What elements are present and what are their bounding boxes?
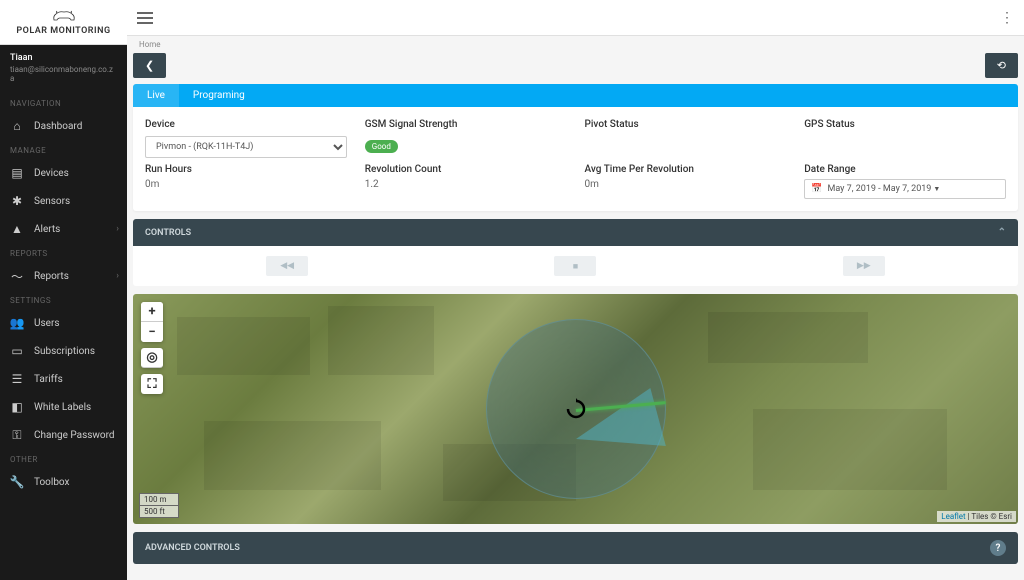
map-fullscreen-button[interactable]: ⛶ [141, 374, 163, 394]
nav-label: Reports [34, 271, 69, 282]
content: ❮ ⟲ Live Programing Device Pivmon - (RQK… [127, 53, 1024, 580]
nav-section-settings: SETTINGS [0, 290, 127, 309]
nav-section-reports: REPORTS [0, 243, 127, 262]
controls-body: ◀◀ ■ ▶▶ [133, 246, 1018, 286]
map[interactable]: + − ◎ ⛶ 100 m 500 ft Leaflet | Tiles © E… [133, 294, 1018, 524]
nav-label: Change Password [34, 430, 115, 441]
avg-time-value: 0m [585, 179, 787, 190]
nav-label: Toolbox [34, 477, 70, 488]
logo: POLAR MONITORING [0, 0, 127, 45]
tab-bar: Live Programing [133, 84, 1018, 107]
build-icon: 🔧 [10, 475, 24, 489]
hub-icon: ✱ [10, 194, 24, 208]
user-name: Tiaan [10, 53, 117, 63]
key-icon: ⚿ [10, 428, 24, 442]
home-icon: ⌂ [10, 119, 24, 133]
nav-label: Tariffs [34, 374, 63, 385]
warning-icon: ▲ [10, 222, 24, 236]
logo-text: POLAR MONITORING [16, 26, 110, 36]
rev-count-label: Revolution Count [365, 164, 567, 175]
nav-label: Users [34, 318, 60, 329]
collapse-controls-button[interactable]: ⌃ [998, 227, 1006, 238]
rewind-button[interactable]: ◀◀ [266, 256, 308, 276]
nav-alerts[interactable]: ▲ Alerts › [0, 215, 127, 243]
nav-label: Alerts [34, 224, 60, 235]
caret-down-icon: ▼ [933, 185, 940, 193]
scale-metric: 100 m [139, 493, 179, 506]
device-select[interactable]: Pivmon - (RQK-11H-T4J) [145, 136, 347, 158]
breadcrumb: Home [127, 36, 1024, 53]
map-zoom-in-button[interactable]: + [141, 302, 163, 322]
menu-toggle-button[interactable] [137, 12, 153, 24]
map-zoom-out-button[interactable]: − [141, 322, 163, 342]
pivot-center-icon [564, 397, 588, 421]
nav-subscriptions[interactable]: ▭ Subscriptions [0, 337, 127, 365]
help-button[interactable]: ? [990, 540, 1006, 556]
nav-section-other: OTHER [0, 449, 127, 468]
nav-change-password[interactable]: ⚿ Change Password [0, 421, 127, 449]
run-hours-label: Run Hours [145, 164, 347, 175]
trending-icon: 〜 [10, 269, 24, 283]
kebab-menu-button[interactable]: ⋮ [1000, 10, 1014, 26]
back-button[interactable]: ❮ [133, 53, 166, 78]
gsm-label: GSM Signal Strength [365, 119, 567, 130]
controls-title: CONTROLS [145, 228, 191, 238]
nav-sensors[interactable]: ✱ Sensors [0, 187, 127, 215]
run-hours-value: 0m [145, 179, 347, 190]
leaflet-link[interactable]: Leaflet [941, 512, 965, 521]
refresh-button[interactable]: ⟲ [985, 53, 1018, 78]
people-icon: 👥 [10, 316, 24, 330]
map-locate-button[interactable]: ◎ [141, 348, 163, 368]
gps-status-label: GPS Status [804, 119, 1006, 130]
nav-label: Subscriptions [34, 346, 95, 357]
sidebar: POLAR MONITORING Tiaan tiaan@siliconmabo… [0, 0, 127, 580]
avg-time-label: Avg Time Per Revolution [585, 164, 787, 175]
chevron-right-icon: › [116, 224, 119, 234]
devices-icon: ▤ [10, 166, 24, 180]
date-range-picker[interactable]: 📅 May 7, 2019 - May 7, 2019 ▼ [804, 179, 1006, 199]
nav-label: White Labels [34, 402, 91, 413]
user-email: tiaan@siliconmaboneng.co.za [10, 65, 117, 83]
map-attribution: Leaflet | Tiles © Esri [937, 511, 1016, 522]
main: ⋮ Home ❮ ⟲ Live Programing Device Pivmon… [127, 0, 1024, 580]
date-range-value: May 7, 2019 - May 7, 2019 [827, 184, 931, 194]
label-icon: ◧ [10, 400, 24, 414]
user-info: Tiaan tiaan@siliconmaboneng.co.za [0, 45, 127, 93]
topbar: ⋮ [127, 0, 1024, 36]
nav-white-labels[interactable]: ◧ White Labels [0, 393, 127, 421]
chevron-right-icon: › [116, 271, 119, 281]
gsm-badge: Good [365, 140, 398, 153]
map-scale: 100 m 500 ft [139, 493, 179, 518]
nav-label: Dashboard [34, 121, 82, 132]
scale-imperial: 500 ft [139, 506, 179, 518]
stop-button[interactable]: ■ [554, 256, 596, 276]
forward-button[interactable]: ▶▶ [843, 256, 885, 276]
polar-bear-icon [51, 8, 77, 24]
controls-header: CONTROLS ⌃ [133, 219, 1018, 246]
nav-reports[interactable]: 〜 Reports › [0, 262, 127, 290]
info-panel: Device Pivmon - (RQK-11H-T4J) GSM Signal… [133, 107, 1018, 211]
nav-section-navigation: NAVIGATION [0, 93, 127, 112]
nav-section-manage: MANAGE [0, 140, 127, 159]
nav-tariffs[interactable]: ☰ Tariffs [0, 365, 127, 393]
nav-label: Sensors [34, 196, 70, 207]
pivot-status-label: Pivot Status [585, 119, 787, 130]
tab-live[interactable]: Live [133, 84, 179, 107]
nav-users[interactable]: 👥 Users [0, 309, 127, 337]
advanced-controls-title: ADVANCED CONTROLS [145, 543, 240, 553]
date-range-label: Date Range [804, 164, 1006, 175]
nav-devices[interactable]: ▤ Devices [0, 159, 127, 187]
receipt-icon: ☰ [10, 372, 24, 386]
advanced-controls-header: ADVANCED CONTROLS ? [133, 532, 1018, 564]
nav-dashboard[interactable]: ⌂ Dashboard [0, 112, 127, 140]
device-label: Device [145, 119, 347, 130]
nav-toolbox[interactable]: 🔧 Toolbox [0, 468, 127, 496]
rev-count-value: 1.2 [365, 179, 567, 190]
tab-programing[interactable]: Programing [179, 84, 259, 107]
nav-label: Devices [34, 168, 69, 179]
calendar-icon: 📅 [811, 184, 822, 194]
card-icon: ▭ [10, 344, 24, 358]
